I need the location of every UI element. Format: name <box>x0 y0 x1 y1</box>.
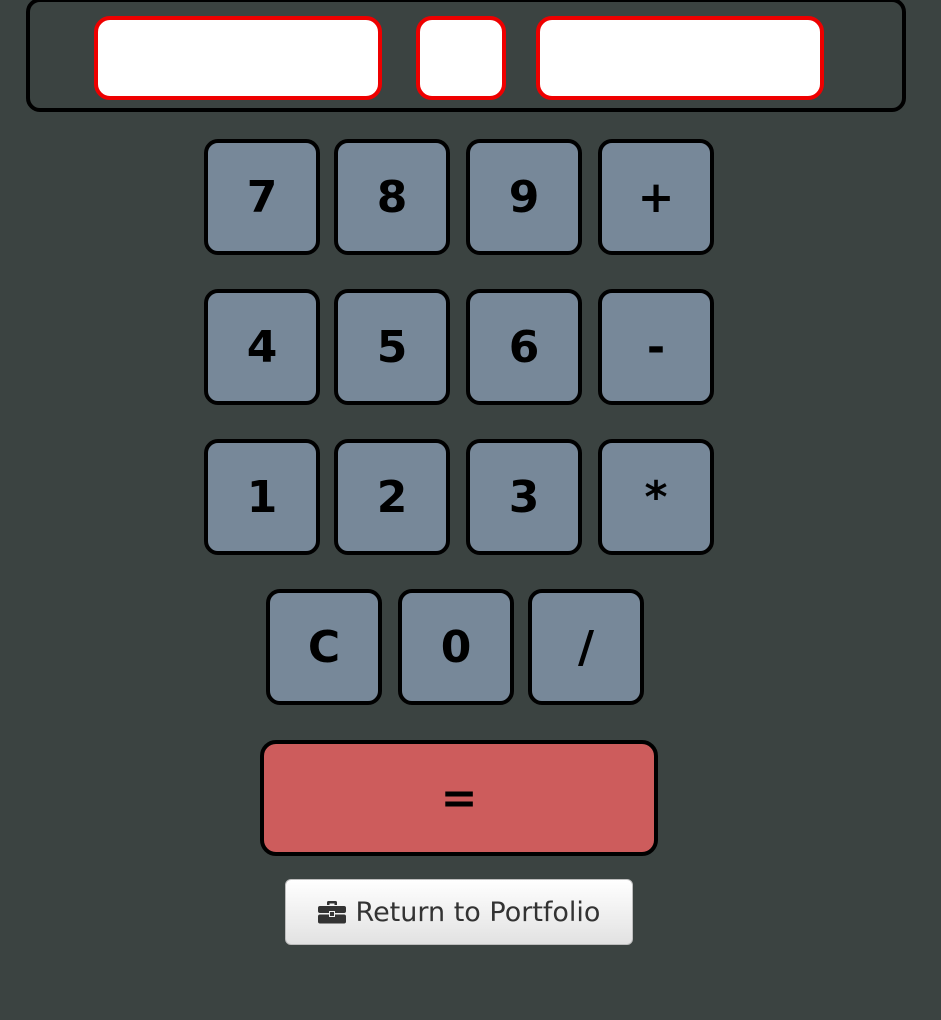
operand-1-input[interactable] <box>94 16 382 100</box>
key-plus[interactable]: + <box>598 139 714 255</box>
key-5[interactable]: 5 <box>334 289 450 405</box>
key-4[interactable]: 4 <box>204 289 320 405</box>
key-0[interactable]: 0 <box>398 589 514 705</box>
operand-2-input[interactable] <box>536 16 824 100</box>
key-multiply[interactable]: * <box>598 439 714 555</box>
key-6[interactable]: 6 <box>466 289 582 405</box>
key-3[interactable]: 3 <box>466 439 582 555</box>
key-minus[interactable]: - <box>598 289 714 405</box>
key-9[interactable]: 9 <box>466 139 582 255</box>
return-to-portfolio-button[interactable]: Return to Portfolio <box>285 879 633 945</box>
key-1[interactable]: 1 <box>204 439 320 555</box>
operator-input[interactable] <box>416 16 506 100</box>
briefcase-icon <box>317 900 346 924</box>
equals-button[interactable]: = <box>260 740 658 856</box>
key-7[interactable]: 7 <box>204 139 320 255</box>
key-divide[interactable]: / <box>528 589 644 705</box>
key-8[interactable]: 8 <box>334 139 450 255</box>
return-button-label: Return to Portfolio <box>355 896 601 928</box>
calculator-display <box>26 0 906 112</box>
key-2[interactable]: 2 <box>334 439 450 555</box>
key-clear[interactable]: C <box>266 589 382 705</box>
